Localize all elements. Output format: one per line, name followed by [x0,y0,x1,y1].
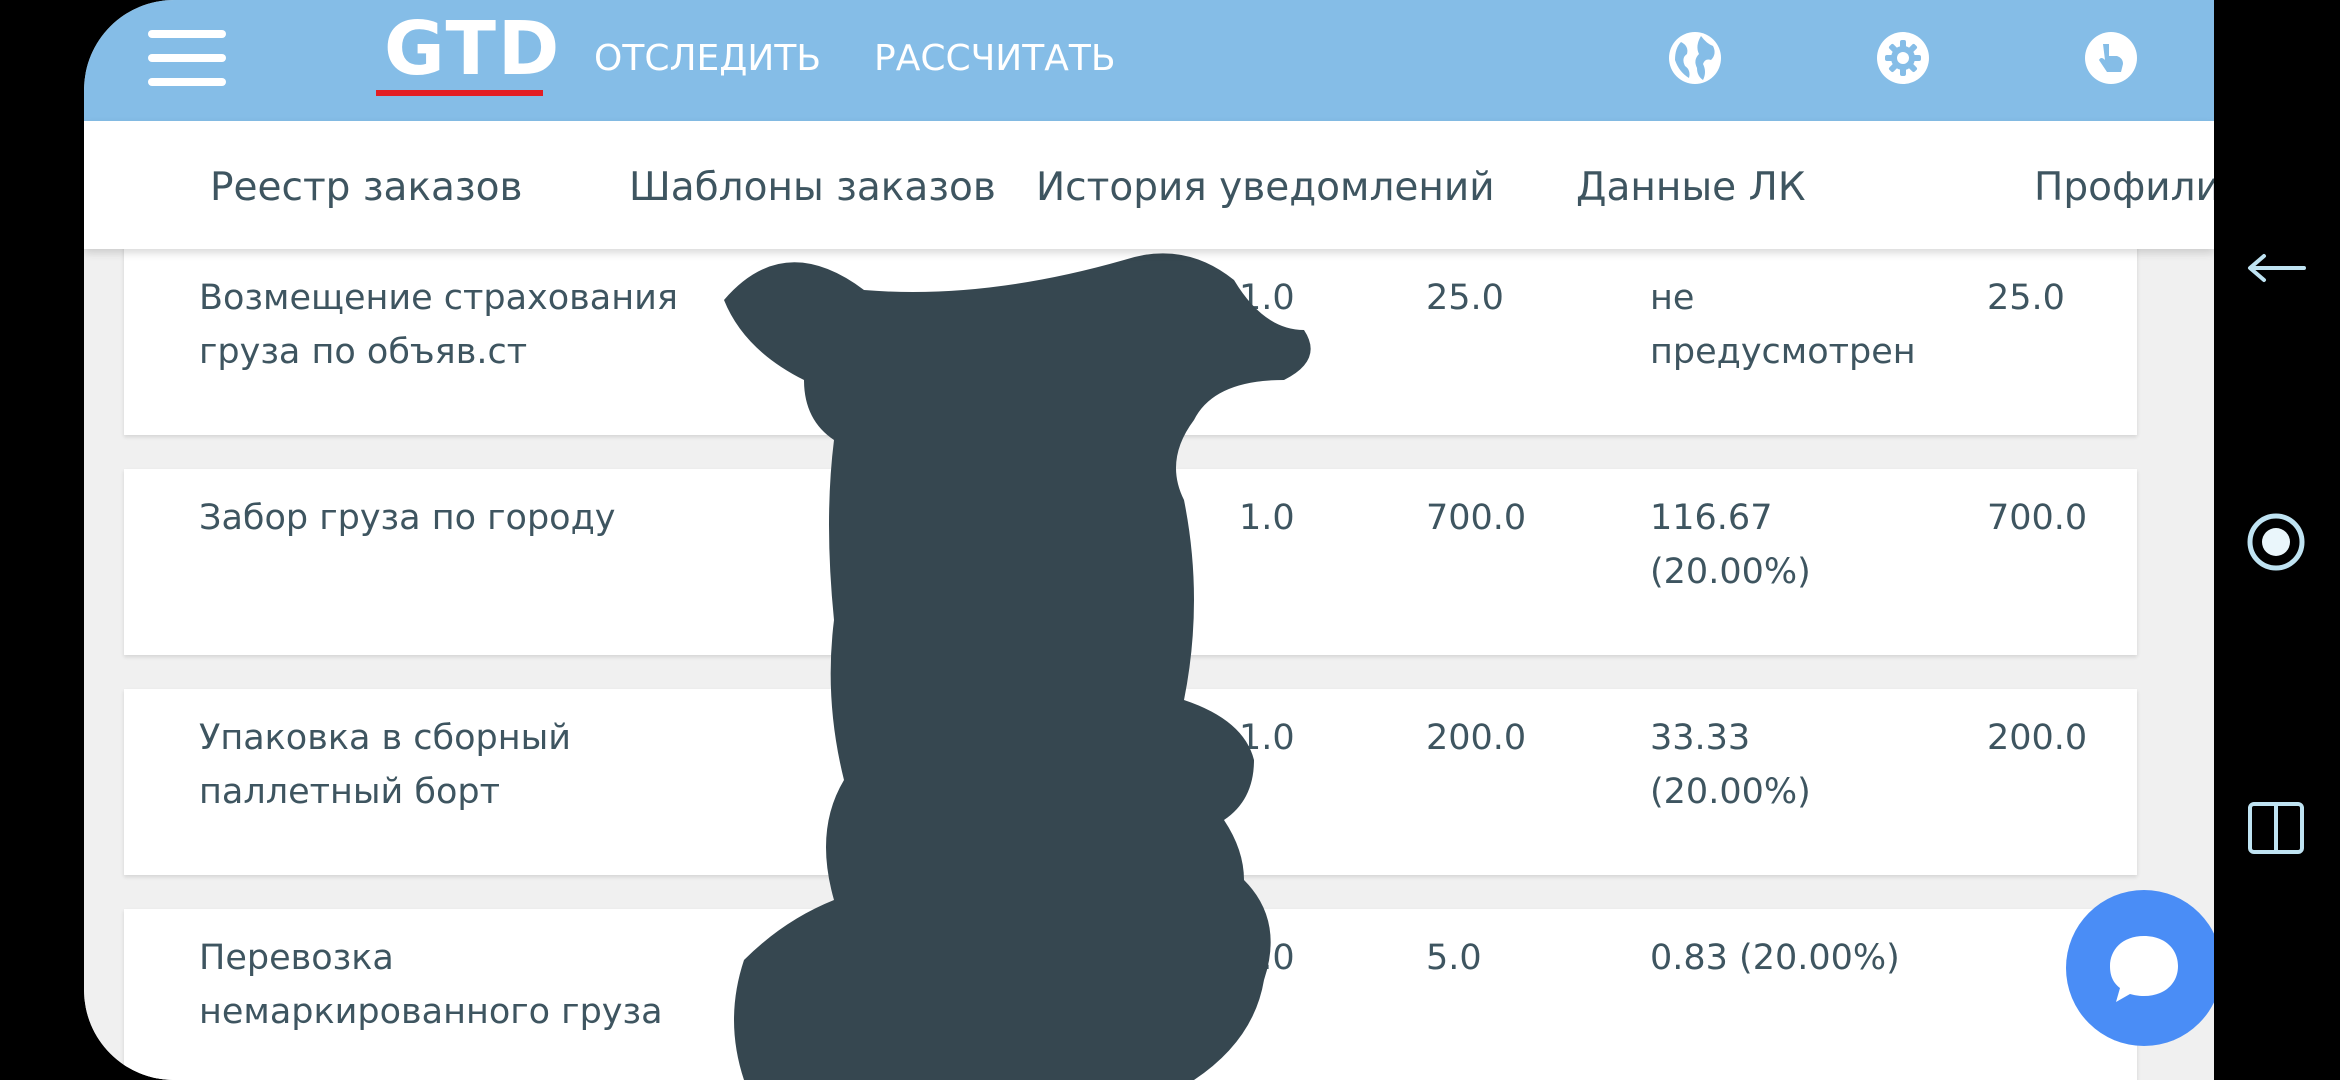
list-item: Упаковка в сборный паллетный борт 1.0 20… [124,689,2137,875]
active-indicator [376,90,543,96]
service-name: Упаковка в сборный паллетный борт [199,718,572,812]
tab-notification-history[interactable]: История уведомлений [1036,165,1495,210]
chat-button[interactable] [2066,890,2214,1046]
service-quantity: 1.0 [1239,718,1295,758]
service-vat: 0.83 (20.00%) [1650,938,1900,978]
service-price: 25.0 [1426,278,1504,318]
tab-profiles[interactable]: Профили [2034,165,2214,210]
service-total: 700.0 [1987,498,2088,538]
services-list: Возмещение страхования груза по объяв.ст… [84,249,2214,1080]
service-vat: 116.67 (20.00%) [1650,498,1811,592]
service-quantity: 1.0 [1239,938,1295,978]
service-vat: не предусмотрен [1650,278,1916,372]
list-item: Возмещение страхования груза по объяв.ст… [124,249,2137,435]
chat-bubble-icon [2110,936,2178,1002]
gear-icon[interactable] [1875,30,1931,86]
logo[interactable]: GTD [384,6,561,92]
nav-calculate-link[interactable]: РАССЧИТАТЬ [874,38,1116,79]
globe-icon[interactable] [1667,30,1723,86]
floating-ball-icon[interactable] [2244,510,2308,578]
list-item: Забор груза по городу 1.0 700.0 116.67 (… [124,469,2137,655]
split-screen-icon[interactable] [2246,800,2306,860]
service-name: Возмещение страхования груза по объяв.ст [199,278,678,372]
top-navigation-bar: GTD ОТСЛЕДИТЬ РАССЧИТАТЬ [84,0,2214,121]
tab-order-templates[interactable]: Шаблоны заказов [629,165,996,210]
service-price: 200.0 [1426,718,1527,758]
service-name: Забор груза по городу [199,498,616,538]
service-vat: 33.33 (20.00%) [1650,718,1811,812]
tab-orders-registry[interactable]: Реестр заказов [210,165,523,210]
service-price: 700.0 [1426,498,1527,538]
service-name: Перевозка немаркированного груза [199,938,663,1032]
service-quantity: 1.0 [1239,278,1295,318]
back-arrow-icon[interactable] [2244,250,2308,290]
section-tabs: Реестр заказов Шаблоны заказов История у… [84,121,2214,249]
menu-icon[interactable] [148,30,226,86]
pointer-hand-icon[interactable] [2083,30,2139,86]
app-window: GTD ОТСЛЕДИТЬ РАССЧИТАТЬ Реестр заказов … [84,0,2214,1080]
tab-account-data[interactable]: Данные ЛК [1576,165,1806,210]
service-price: 5.0 [1426,938,1482,978]
service-total: 200.0 [1987,718,2088,758]
nav-track-link[interactable]: ОТСЛЕДИТЬ [594,38,821,79]
service-quantity: 1.0 [1239,498,1295,538]
list-item: Перевозка немаркированного груза 1.0 5.0… [124,909,2137,1080]
service-total: 25.0 [1987,278,2065,318]
